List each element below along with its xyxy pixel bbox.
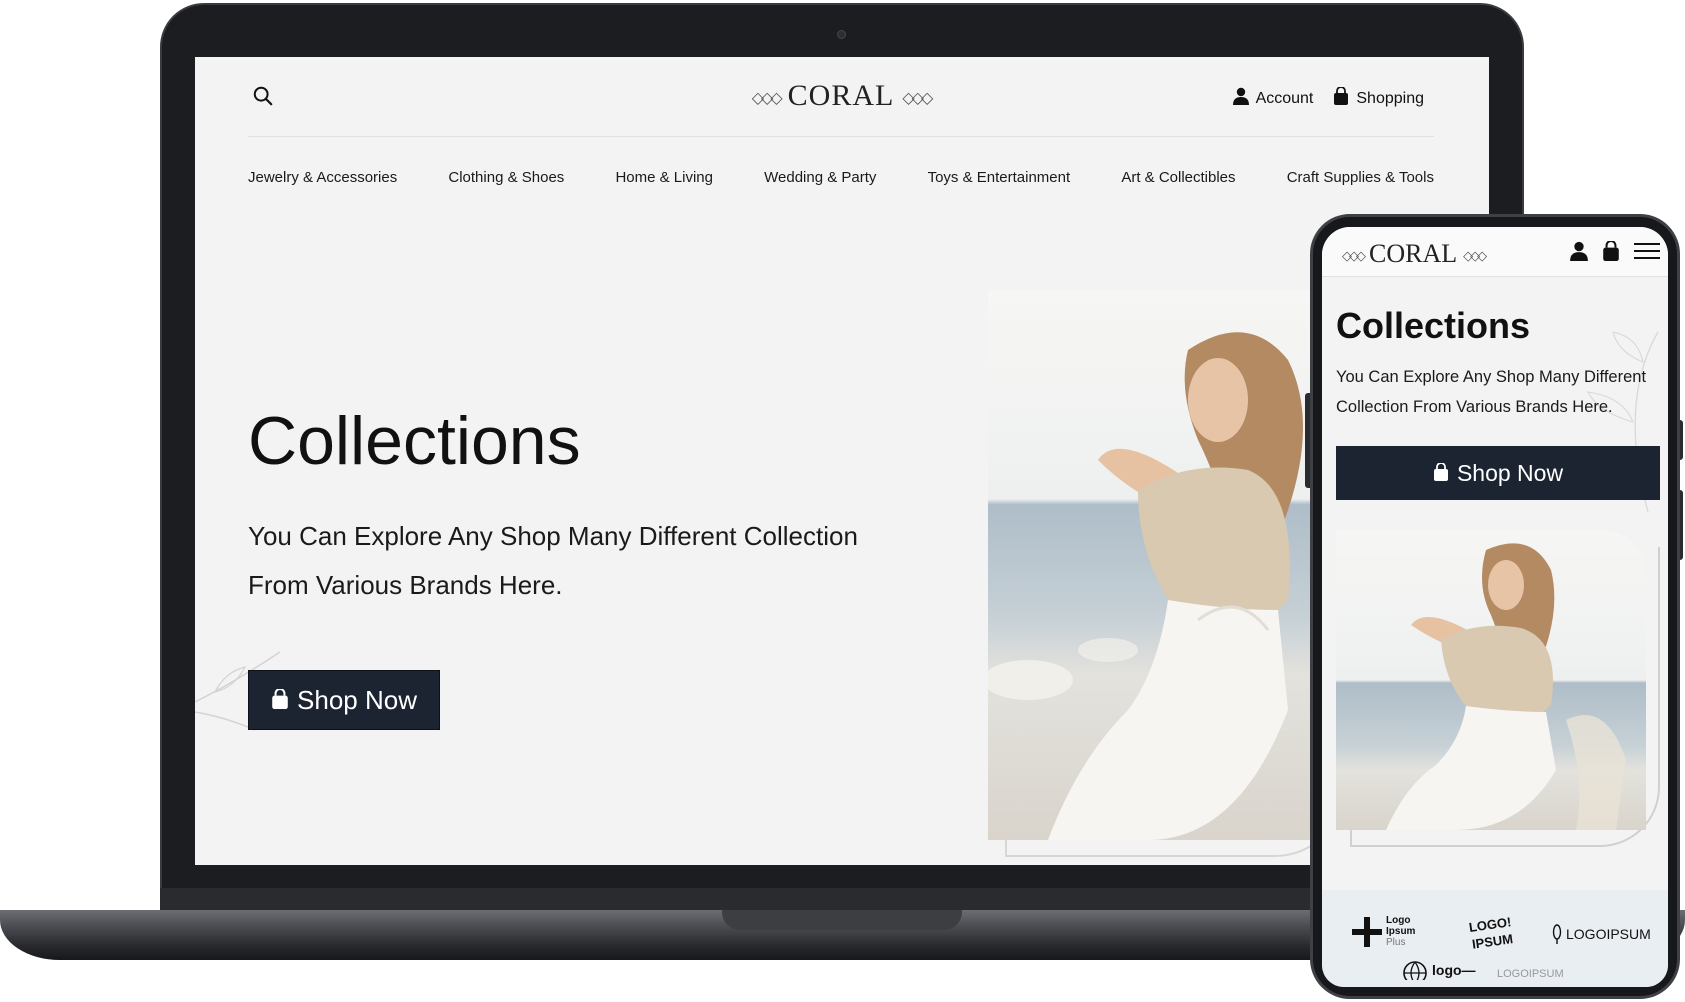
partner-logo: Logo Ipsum Plus — [1352, 915, 1415, 948]
logo-ornament-right: ◇◇◇ — [902, 90, 933, 108]
laptop-notch — [722, 910, 962, 930]
mobile-shop-now-button[interactable]: Shop Now — [1336, 446, 1660, 500]
nav-item-clothing[interactable]: Clothing & Shoes — [448, 169, 564, 186]
header-actions: Account Shopping — [1232, 86, 1424, 110]
mockup-stage: ◇◇◇ CORAL ◇◇◇ Account Shopping Jewelry &… — [0, 0, 1685, 1002]
shopping-label: Shopping — [1356, 89, 1424, 107]
user-icon — [1232, 87, 1249, 110]
shopping-bag-icon — [1333, 86, 1349, 110]
partner-logo: LOGOIPSUM — [1497, 968, 1564, 980]
nav-item-craft[interactable]: Craft Supplies & Tools — [1287, 169, 1434, 186]
main-nav: Jewelry & Accessories Clothing & Shoes H… — [248, 169, 1434, 186]
desktop-header: ◇◇◇ CORAL ◇◇◇ Account Shopping — [248, 57, 1434, 137]
hero-title: Collections — [248, 403, 581, 479]
nav-item-jewelry[interactable]: Jewelry & Accessories — [248, 169, 397, 186]
nav-item-art[interactable]: Art & Collectibles — [1121, 169, 1235, 186]
partner-logo-text: IPSUM — [1471, 931, 1514, 952]
mobile-hero-text: You Can Explore Any Shop Many Different … — [1336, 368, 1647, 416]
mobile-brand-name: CORAL — [1369, 239, 1458, 268]
nav-item-toys[interactable]: Toys & Entertainment — [928, 169, 1071, 186]
mobile-header-icons — [1570, 240, 1660, 266]
logo-ornament-right: ◇◇◇ — [1463, 248, 1487, 264]
account-link[interactable]: Account — [1232, 87, 1314, 110]
mobile-shop-now-label: Shop Now — [1456, 459, 1564, 486]
hamburger-menu-icon[interactable] — [1634, 242, 1660, 265]
partner-logos: Logo Ipsum Plus LOGO! IPSUM LOGOIPSUM lo… — [1322, 890, 1668, 987]
partner-logo: LOGOIPSUM — [1552, 924, 1651, 944]
logo-ornament-left: ◇◇◇ — [751, 90, 783, 108]
mobile-hero-photo — [1336, 530, 1646, 830]
partner-logo-text: Plus — [1386, 937, 1406, 948]
brand-name: CORAL — [787, 79, 895, 112]
shopping-link[interactable]: Shopping — [1333, 86, 1424, 110]
partner-logo-text: LOGOIPSUM — [1497, 968, 1564, 980]
globe-logo-icon — [1403, 961, 1427, 980]
shopping-bag-icon[interactable] — [1602, 240, 1620, 266]
shopping-bag-icon — [1433, 460, 1449, 487]
hero-text: You Can Explore Any Shop Many Different … — [248, 521, 858, 600]
mobile-brand-logo[interactable]: ◇◇◇ CORAL ◇◇◇ — [1336, 239, 1490, 269]
leaf-logo-icon — [1552, 924, 1562, 944]
nav-item-wedding[interactable]: Wedding & Party — [764, 169, 876, 186]
shop-now-button[interactable]: Shop Now — [248, 670, 440, 730]
mobile-header: ◇◇◇ CORAL ◇◇◇ — [1322, 227, 1668, 277]
partner-logo-text: Ipsum — [1386, 926, 1416, 937]
account-label: Account — [1255, 89, 1314, 107]
nav-item-home[interactable]: Home & Living — [615, 169, 713, 186]
shopping-bag-icon — [271, 685, 289, 716]
partner-logo-text: logo— — [1432, 962, 1476, 978]
partner-logo: logo— — [1402, 960, 1476, 980]
shop-now-label: Shop Now — [297, 684, 417, 715]
partner-logo-text: Logo — [1386, 915, 1411, 926]
mobile-site: ◇◇◇ CORAL ◇◇◇ Collections You Can Explore — [1322, 227, 1668, 987]
partner-logo: LOGO! IPSUM — [1468, 914, 1514, 952]
laptop-camera — [837, 30, 846, 39]
desktop-site: ◇◇◇ CORAL ◇◇◇ Account Shopping Jewelry &… — [195, 57, 1489, 865]
mobile-hero-title: Collections — [1336, 305, 1531, 346]
cross-logo-icon — [1352, 916, 1382, 947]
logo-ornament-left: ◇◇◇ — [1342, 248, 1366, 264]
hero-photo — [988, 290, 1348, 840]
user-icon[interactable] — [1570, 241, 1588, 266]
partner-logo-text: LOGOIPSUM — [1566, 926, 1651, 942]
